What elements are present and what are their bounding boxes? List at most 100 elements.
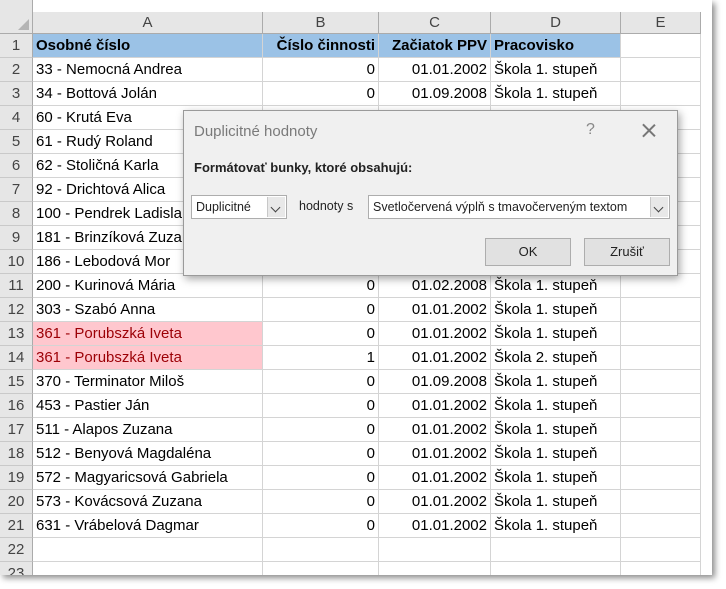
cell-e21[interactable] [621,514,701,538]
cell-d20[interactable]: Škola 1. stupeň [491,490,621,514]
cell-b19[interactable]: 0 [263,466,379,490]
cell-c20[interactable]: 01.01.2002 [379,490,491,514]
cell-a18[interactable]: 512 - Benyová Magdaléna [33,442,263,466]
cell-b1[interactable]: Číslo činnosti [263,34,379,58]
cell-d12[interactable]: Škola 1. stupeň [491,298,621,322]
cell-c19[interactable]: 01.01.2002 [379,466,491,490]
cell-c12[interactable]: 01.01.2002 [379,298,491,322]
cell-d15[interactable]: Škola 1. stupeň [491,370,621,394]
cell-c16[interactable]: 01.01.2002 [379,394,491,418]
cell-b17[interactable]: 0 [263,418,379,442]
cell-b12[interactable]: 0 [263,298,379,322]
cell-d3[interactable]: Škola 1. stupeň [491,82,621,106]
cell-c14[interactable]: 01.01.2002 [379,346,491,370]
cell-c11[interactable]: 01.02.2008 [379,274,491,298]
cell-d23[interactable] [491,562,621,575]
cell-a15[interactable]: 370 - Terminator Miloš [33,370,263,394]
cell-a23[interactable] [33,562,263,575]
row-header[interactable]: 23 [0,562,33,575]
row-header[interactable]: 20 [0,490,33,514]
row-header[interactable]: 15 [0,370,33,394]
cell-b21[interactable]: 0 [263,514,379,538]
cell-a1[interactable]: Osobné číslo [33,34,263,58]
row-header[interactable]: 10 [0,250,33,274]
cell-d17[interactable]: Škola 1. stupeň [491,418,621,442]
cell-d14[interactable]: Škola 2. stupeň [491,346,621,370]
cell-e20[interactable] [621,490,701,514]
row-header[interactable]: 18 [0,442,33,466]
cell-d18[interactable]: Škola 1. stupeň [491,442,621,466]
cell-a20[interactable]: 573 - Kovácsová Zuzana [33,490,263,514]
cell-a13[interactable]: 361 - Porubszká Iveta [33,322,263,346]
cell-e17[interactable] [621,418,701,442]
row-header[interactable]: 2 [0,58,33,82]
row-header[interactable]: 14 [0,346,33,370]
column-header-e[interactable]: E [621,12,701,34]
cell-a14[interactable]: 361 - Porubszká Iveta [33,346,263,370]
cell-b18[interactable]: 0 [263,442,379,466]
ok-button[interactable]: OK [485,238,571,266]
cell-c18[interactable]: 01.01.2002 [379,442,491,466]
cell-e14[interactable] [621,346,701,370]
close-icon[interactable] [640,121,658,139]
row-header[interactable]: 9 [0,226,33,250]
cell-d21[interactable]: Škola 1. stupeň [491,514,621,538]
cell-e13[interactable] [621,322,701,346]
row-header[interactable]: 7 [0,178,33,202]
chevron-down-icon[interactable] [650,197,668,217]
row-header[interactable]: 22 [0,538,33,562]
cell-b15[interactable]: 0 [263,370,379,394]
cell-a17[interactable]: 511 - Alapos Zuzana [33,418,263,442]
column-header-d[interactable]: D [491,12,621,34]
cell-a12[interactable]: 303 - Szabó Anna [33,298,263,322]
chevron-down-icon[interactable] [267,197,285,217]
row-header[interactable]: 11 [0,274,33,298]
cell-c21[interactable]: 01.01.2002 [379,514,491,538]
cell-e1[interactable] [621,34,701,58]
row-header[interactable]: 1 [0,34,33,58]
cell-d11[interactable]: Škola 1. stupeň [491,274,621,298]
cell-e15[interactable] [621,370,701,394]
cell-e11[interactable] [621,274,701,298]
row-header[interactable]: 17 [0,418,33,442]
cell-c22[interactable] [379,538,491,562]
cell-b20[interactable]: 0 [263,490,379,514]
row-header[interactable]: 21 [0,514,33,538]
cell-c1[interactable]: Začiatok PPV [379,34,491,58]
cell-a11[interactable]: 200 - Kurinová Mária [33,274,263,298]
cell-c3[interactable]: 01.09.2008 [379,82,491,106]
select-all-corner[interactable] [0,0,33,34]
cell-d2[interactable]: Škola 1. stupeň [491,58,621,82]
cell-c23[interactable] [379,562,491,575]
cell-e12[interactable] [621,298,701,322]
format-style-select[interactable]: Svetločervená výplň s tmavočerveným text… [368,195,670,219]
column-header-c[interactable]: C [379,12,491,34]
cell-e22[interactable] [621,538,701,562]
cell-d19[interactable]: Škola 1. stupeň [491,466,621,490]
cell-a22[interactable] [33,538,263,562]
cell-b23[interactable] [263,562,379,575]
cell-c17[interactable]: 01.01.2002 [379,418,491,442]
cell-d22[interactable] [491,538,621,562]
cancel-button[interactable]: Zrušiť [584,238,670,266]
cell-a2[interactable]: 33 - Nemocná Andrea [33,58,263,82]
cell-c2[interactable]: 01.01.2002 [379,58,491,82]
cell-a3[interactable]: 34 - Bottová Jolán [33,82,263,106]
cell-e2[interactable] [621,58,701,82]
cell-a16[interactable]: 453 - Pastier Ján [33,394,263,418]
cell-e3[interactable] [621,82,701,106]
row-header[interactable]: 12 [0,298,33,322]
cell-a21[interactable]: 631 - Vrábelová Dagmar [33,514,263,538]
cell-d1[interactable]: Pracovisko [491,34,621,58]
cell-e18[interactable] [621,442,701,466]
cell-d13[interactable]: Škola 1. stupeň [491,322,621,346]
cell-e23[interactable] [621,562,701,575]
cell-c13[interactable]: 01.01.2002 [379,322,491,346]
cell-e19[interactable] [621,466,701,490]
row-header[interactable]: 8 [0,202,33,226]
column-header-b[interactable]: B [263,12,379,34]
row-header[interactable]: 19 [0,466,33,490]
row-header[interactable]: 3 [0,82,33,106]
row-header[interactable]: 16 [0,394,33,418]
cell-c15[interactable]: 01.09.2008 [379,370,491,394]
